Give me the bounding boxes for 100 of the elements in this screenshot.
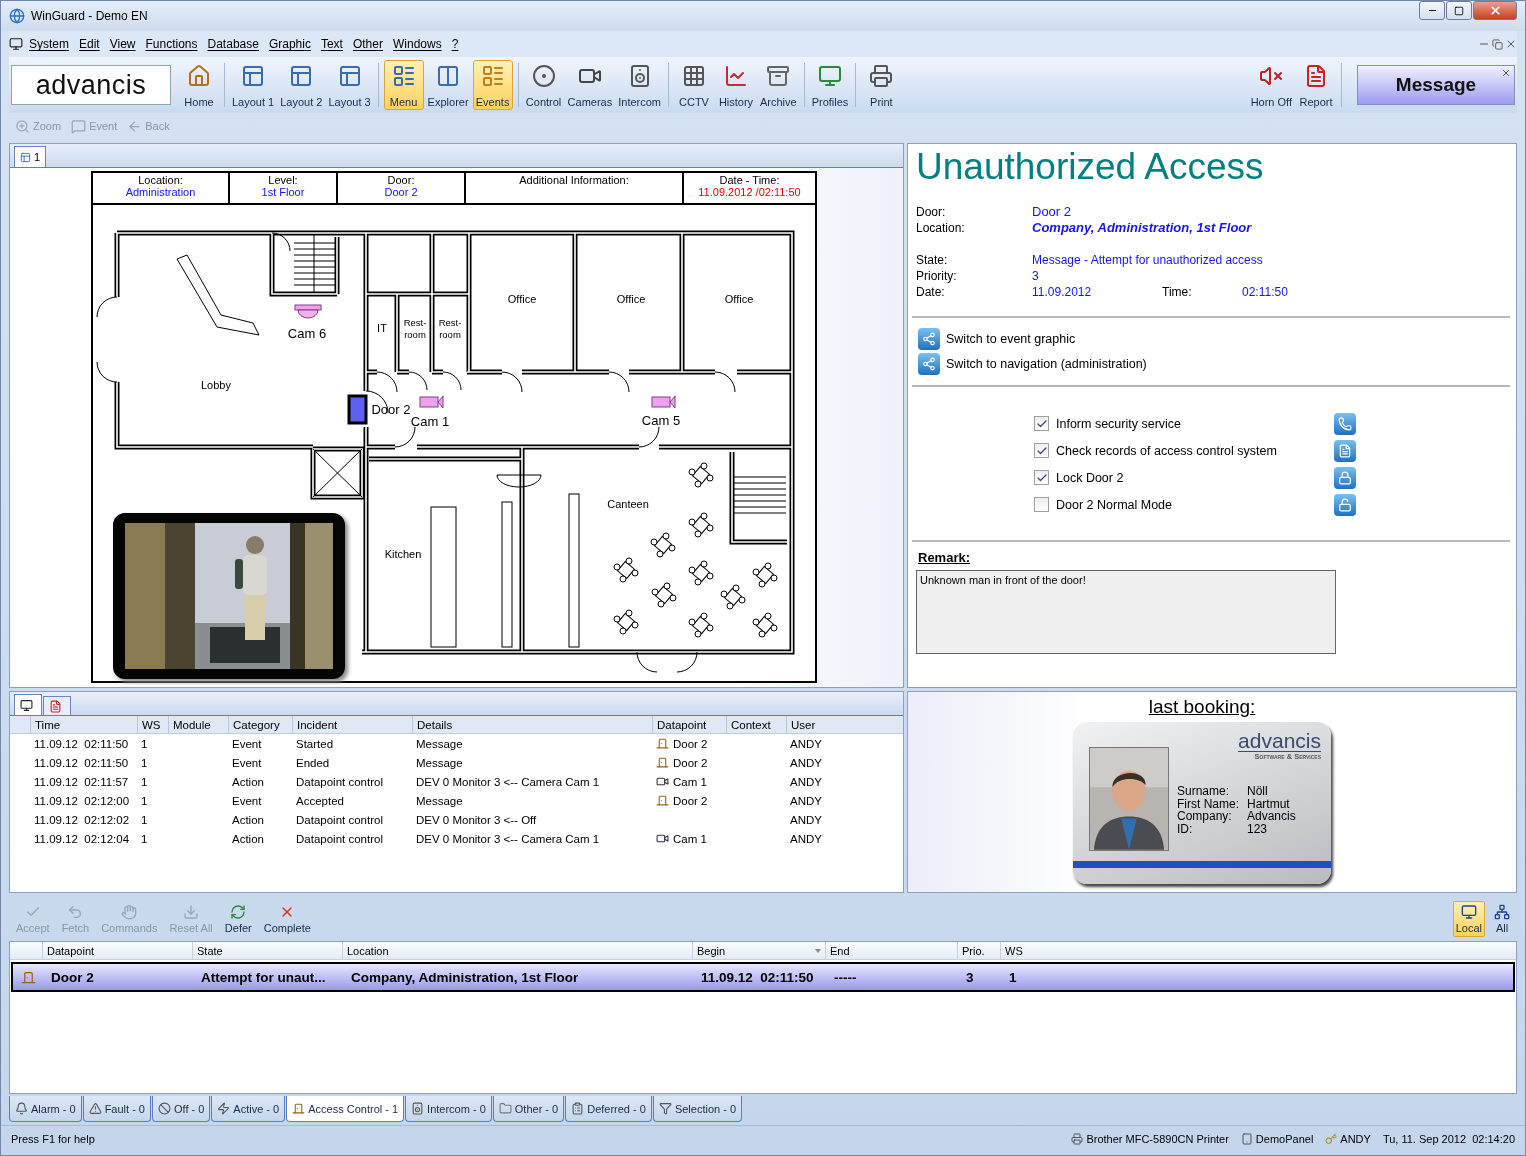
table-cell-text: Event — [231, 737, 263, 750]
message-button[interactable]: Message — [1357, 65, 1515, 105]
restore-icon[interactable] — [1492, 38, 1503, 50]
camera-icon[interactable] — [419, 395, 444, 409]
category-tab[interactable]: Access Control - 1 — [286, 1096, 405, 1122]
category-tab[interactable]: Off - 0 — [152, 1096, 211, 1122]
toolbar-button[interactable]: Horn Off — [1248, 60, 1294, 110]
column-header[interactable]: WS — [1000, 942, 1043, 959]
action-button[interactable] — [1334, 412, 1356, 435]
header-value: Administration — [125, 186, 196, 198]
menu-item[interactable]: Database — [203, 35, 263, 53]
remark-field[interactable]: Unknown man in front of the door! — [916, 569, 1336, 654]
maximize-button[interactable] — [1446, 1, 1472, 20]
table-cell: Cam 1 — [673, 832, 707, 845]
category-tab[interactable]: Alarm - 0 — [9, 1096, 82, 1122]
column-header[interactable]: Module — [168, 716, 228, 733]
graphic-tab[interactable]: 1 — [14, 146, 47, 167]
column-header[interactable]: Datapoint — [42, 942, 192, 959]
category-tab[interactable]: Deferred - 0 — [565, 1096, 652, 1122]
column-header[interactable]: User — [786, 716, 846, 733]
column-header[interactable]: Details — [412, 716, 652, 733]
task-checkbox[interactable]: Inform security service — [1034, 416, 1334, 432]
action-button[interactable] — [1334, 493, 1356, 516]
field-value: 02:11:50 — [1242, 283, 1289, 300]
window-icon — [289, 64, 314, 88]
menu-item[interactable]: Edit — [75, 35, 104, 53]
scope-button[interactable]: All — [1491, 901, 1513, 937]
list-window-icon — [391, 64, 416, 88]
column-header[interactable]: Incident — [292, 716, 412, 733]
toolbar-button[interactable]: Print — [861, 60, 902, 110]
toolbar-button[interactable]: Layout 2 — [278, 60, 325, 110]
toolbar-button[interactable]: Layout 3 — [326, 60, 373, 110]
column-header[interactable]: Prio. — [957, 942, 1000, 959]
task-checkbox[interactable]: Door 2 Normal Mode — [1034, 497, 1334, 513]
column-header[interactable]: Category — [228, 716, 292, 733]
event-row[interactable]: Door 2 Attempt for unaut... Company, Administration, 1st Floor 11.09.12 02:11:50 ----- 3 1 — [11, 962, 1515, 992]
column-header[interactable]: WS — [137, 716, 168, 733]
menu-item[interactable]: ? — [447, 35, 463, 53]
minimize-button[interactable] — [1419, 1, 1445, 20]
menu-item[interactable]: Text — [316, 35, 347, 53]
table-cell-text: 11.09.12 02:12:00 — [33, 794, 131, 807]
category-tab[interactable]: Fault - 0 — [82, 1096, 151, 1122]
toolbar-button[interactable]: Profiles — [809, 60, 851, 110]
toolbar-button[interactable]: Menu — [383, 60, 424, 110]
panel-icon — [1240, 1132, 1253, 1145]
menu-item[interactable]: View — [105, 35, 140, 53]
close-icon[interactable] — [1505, 38, 1517, 50]
category-tab[interactable]: Intercom - 0 — [405, 1096, 492, 1122]
task-checkbox[interactable]: Lock Door 2 — [1034, 470, 1334, 486]
column-header[interactable]: Context — [726, 716, 786, 733]
task-checkbox[interactable]: Check records of access control system — [1034, 443, 1334, 459]
action-button[interactable] — [1334, 439, 1356, 462]
action-button[interactable] — [1334, 466, 1356, 489]
monitor-icon — [20, 698, 33, 712]
toolbar-button[interactable]: Control — [523, 60, 564, 110]
table-icon — [650, 532, 676, 558]
room-label: Canteen — [607, 498, 649, 510]
menu-item[interactable]: Functions — [141, 35, 202, 53]
toolbar-button[interactable]: Report — [1296, 60, 1336, 110]
column-header[interactable]: Begin — [692, 942, 825, 959]
action-button[interactable]: Complete — [260, 901, 314, 937]
window-icon — [337, 64, 362, 88]
action-button[interactable]: Defer — [221, 901, 255, 937]
category-tab[interactable]: Other - 0 — [492, 1096, 565, 1122]
column-header[interactable]: Datapoint — [652, 716, 726, 733]
menu-item[interactable]: Other — [348, 35, 387, 53]
toolbar-button[interactable]: Layout 1 — [230, 60, 277, 110]
toolbar-button[interactable]: Archive — [758, 60, 799, 110]
menu-item[interactable]: Graphic — [264, 35, 315, 53]
room-label: IT — [377, 322, 387, 334]
column-header[interactable]: Time — [30, 716, 137, 733]
room-label: Rest- room — [438, 317, 462, 340]
dome-camera-icon[interactable] — [294, 304, 322, 319]
navigation-link[interactable]: Switch to navigation (administration) — [918, 352, 1506, 375]
category-tab[interactable]: Active - 0 — [211, 1096, 286, 1122]
monitor-icon — [818, 64, 843, 88]
close-button[interactable] — [1473, 1, 1517, 20]
list-icon — [571, 1102, 585, 1115]
column-header[interactable]: End — [825, 942, 957, 959]
menu-item[interactable]: System — [25, 35, 73, 53]
column-header[interactable]: State — [192, 942, 342, 959]
close-icon — [1488, 4, 1502, 17]
toolbar-button[interactable]: Intercom — [616, 60, 663, 110]
menu-item[interactable]: Windows — [388, 35, 446, 53]
close-icon[interactable] — [1501, 68, 1511, 78]
toolbar-button[interactable]: Home — [179, 60, 219, 110]
toolbar-button[interactable]: Events — [472, 60, 513, 110]
camera-icon[interactable] — [651, 395, 676, 409]
table-cell-text: 11.09.12 02:11:50 — [33, 737, 130, 750]
table-icon — [688, 462, 714, 488]
category-tab[interactable]: Selection - 0 — [652, 1096, 743, 1122]
toolbar-button[interactable]: History — [716, 60, 756, 110]
door-marker[interactable] — [347, 394, 368, 425]
scope-button[interactable]: Local — [1452, 901, 1485, 937]
toolbar-button[interactable]: CCTV — [674, 60, 714, 110]
log-tab[interactable] — [14, 694, 42, 715]
toolbar-button[interactable]: Explorer — [425, 60, 471, 110]
column-header[interactable]: Location — [342, 942, 692, 959]
toolbar-button[interactable]: Cameras — [565, 60, 615, 110]
navigation-link[interactable]: Switch to event graphic — [918, 327, 1506, 350]
